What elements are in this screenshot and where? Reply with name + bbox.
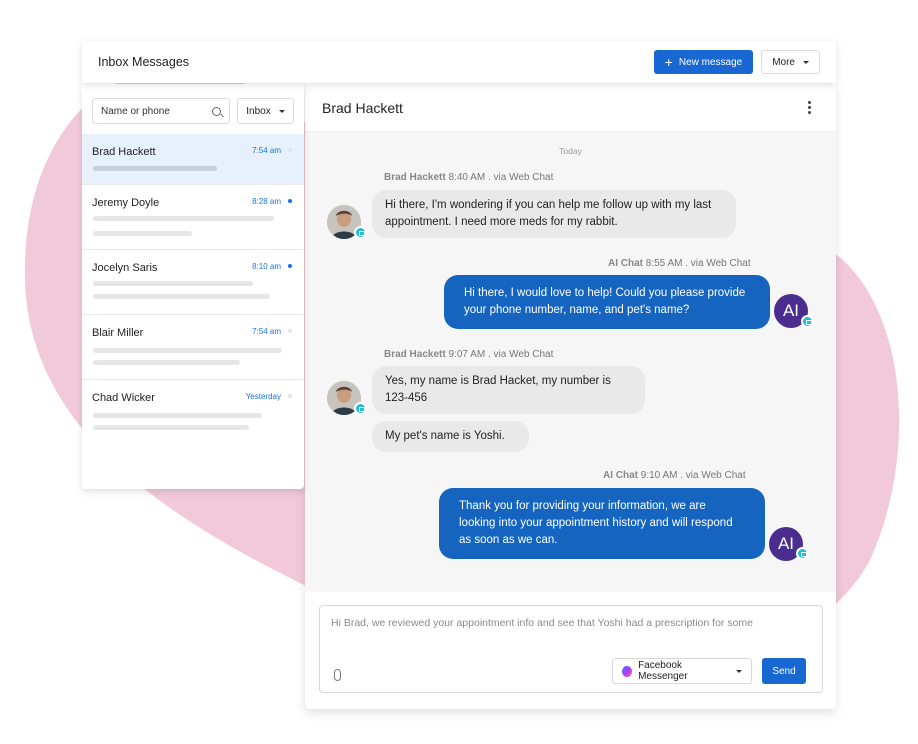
send-button[interactable]: Send [762,658,806,684]
web-chat-badge-icon [354,226,367,239]
inbox-filter-select[interactable]: Inbox [237,98,294,124]
kebab-menu-icon[interactable] [808,101,811,114]
conversation-item-jeremy-doyle[interactable]: Jeremy Doyle 8:28 am [82,185,304,250]
conversation-list-panel: Name or phone Inbox Brad Hackett 7:54 am… [82,84,304,489]
conversation-name: Blair Miller [92,327,144,339]
incoming-message-bubble: Yes, my name is Brad Hacket, my number i… [372,366,645,414]
message-input[interactable]: Hi Brad, we reviewed your appointment in… [331,617,753,629]
message-meta: Brad Hackett 8:40 AM . via Web Chat [384,172,553,183]
chat-panel: Brad Hackett Today Brad Hackett 8:40 AM … [305,84,836,709]
inbox-filter-label: Inbox [246,105,271,117]
incoming-message-bubble: My pet's name is Yoshi. [372,421,529,452]
message-preview-placeholder [93,413,262,418]
chat-header: Brad Hackett [305,84,836,132]
message-timestamp: 9:07 AM . via Web Chat [448,349,554,360]
conversation-name: Jocelyn Saris [92,262,158,274]
sender-name: Brad Hackett [384,172,446,183]
message-preview-placeholder [93,231,192,236]
conversation-time: 8:10 am [252,262,281,271]
compose-box[interactable]: Hi Brad, we reviewed your appointment in… [319,605,823,693]
conversation-time: 7:54 am [252,146,281,155]
conversation-time: Yesterday [245,392,281,401]
new-message-button[interactable]: + New message [653,50,754,74]
unread-indicator [288,199,292,203]
search-icon [212,106,221,116]
message-thread: Today Brad Hackett 8:40 AM . via Web Cha… [305,132,836,592]
message-preview-placeholder [93,166,217,171]
day-separator: Today [559,146,582,156]
message-preview-placeholder [93,294,270,299]
conversation-time: 8:28 am [252,197,281,206]
chevron-down-icon [278,109,285,113]
sender-name: AI Chat [608,258,643,269]
paperclip-icon[interactable] [334,669,341,681]
search-input[interactable]: Name or phone [92,98,230,124]
inbox-header: Inbox Messages + New message More [82,41,836,83]
conversation-item-jocelyn-saris[interactable]: Jocelyn Saris 8:10 am [82,250,304,315]
channel-label: Facebook Messenger [638,660,688,682]
outgoing-message-bubble: Hi there, I would love to help! Could yo… [444,275,770,329]
new-message-label: New message [678,56,743,68]
contact-name: Brad Hackett [322,99,403,116]
message-preview-placeholder [93,216,274,221]
message-timestamp: 9:10 AM . via Web Chat [640,470,746,481]
message-preview-placeholder [93,425,249,430]
read-indicator [288,394,292,398]
message-timestamp: 8:55 AM . via Web Chat [645,258,751,269]
messenger-icon [622,665,633,677]
incoming-message-bubble: Hi there, I'm wondering if you can help … [372,190,736,238]
chevron-down-icon [736,669,742,673]
conversation-item-blair-miller[interactable]: Blair Miller 7:54 am [82,315,304,380]
unread-indicator [288,264,292,268]
web-chat-badge-icon [801,315,814,328]
search-placeholder: Name or phone [101,105,170,117]
conversation-time: 7:54 am [252,327,281,336]
more-label: More [772,56,795,68]
web-chat-badge-icon [796,547,809,560]
outgoing-message-bubble: Thank you for providing your information… [439,488,765,559]
conversation-item-chad-wicker[interactable]: Chad Wicker Yesterday [82,380,304,445]
message-meta: AI Chat 9:10 AM . via Web Chat [603,470,746,481]
message-meta: Brad Hackett 9:07 AM . via Web Chat [384,349,553,360]
plus-icon: + [664,53,673,70]
sender-name: AI Chat [603,470,638,481]
page-title: Inbox Messages [98,55,190,69]
chevron-down-icon [803,60,809,64]
sender-name: Brad Hackett [384,349,446,360]
message-preview-placeholder [93,281,253,286]
conversation-item-brad-hackett[interactable]: Brad Hackett 7:54 am [82,134,304,185]
more-button[interactable]: More [761,50,820,74]
message-preview-placeholder [93,360,240,365]
conversation-name: Chad Wicker [92,392,155,404]
message-meta: AI Chat 8:55 AM . via Web Chat [608,258,751,269]
read-indicator [288,329,292,333]
message-timestamp: 8:40 AM . via Web Chat [448,172,554,183]
web-chat-badge-icon [354,402,367,415]
read-indicator [288,148,292,152]
message-preview-placeholder [93,348,282,353]
channel-select[interactable]: Facebook Messenger [612,658,752,684]
conversation-name: Jeremy Doyle [92,197,160,209]
conversation-name: Brad Hackett [92,146,156,158]
